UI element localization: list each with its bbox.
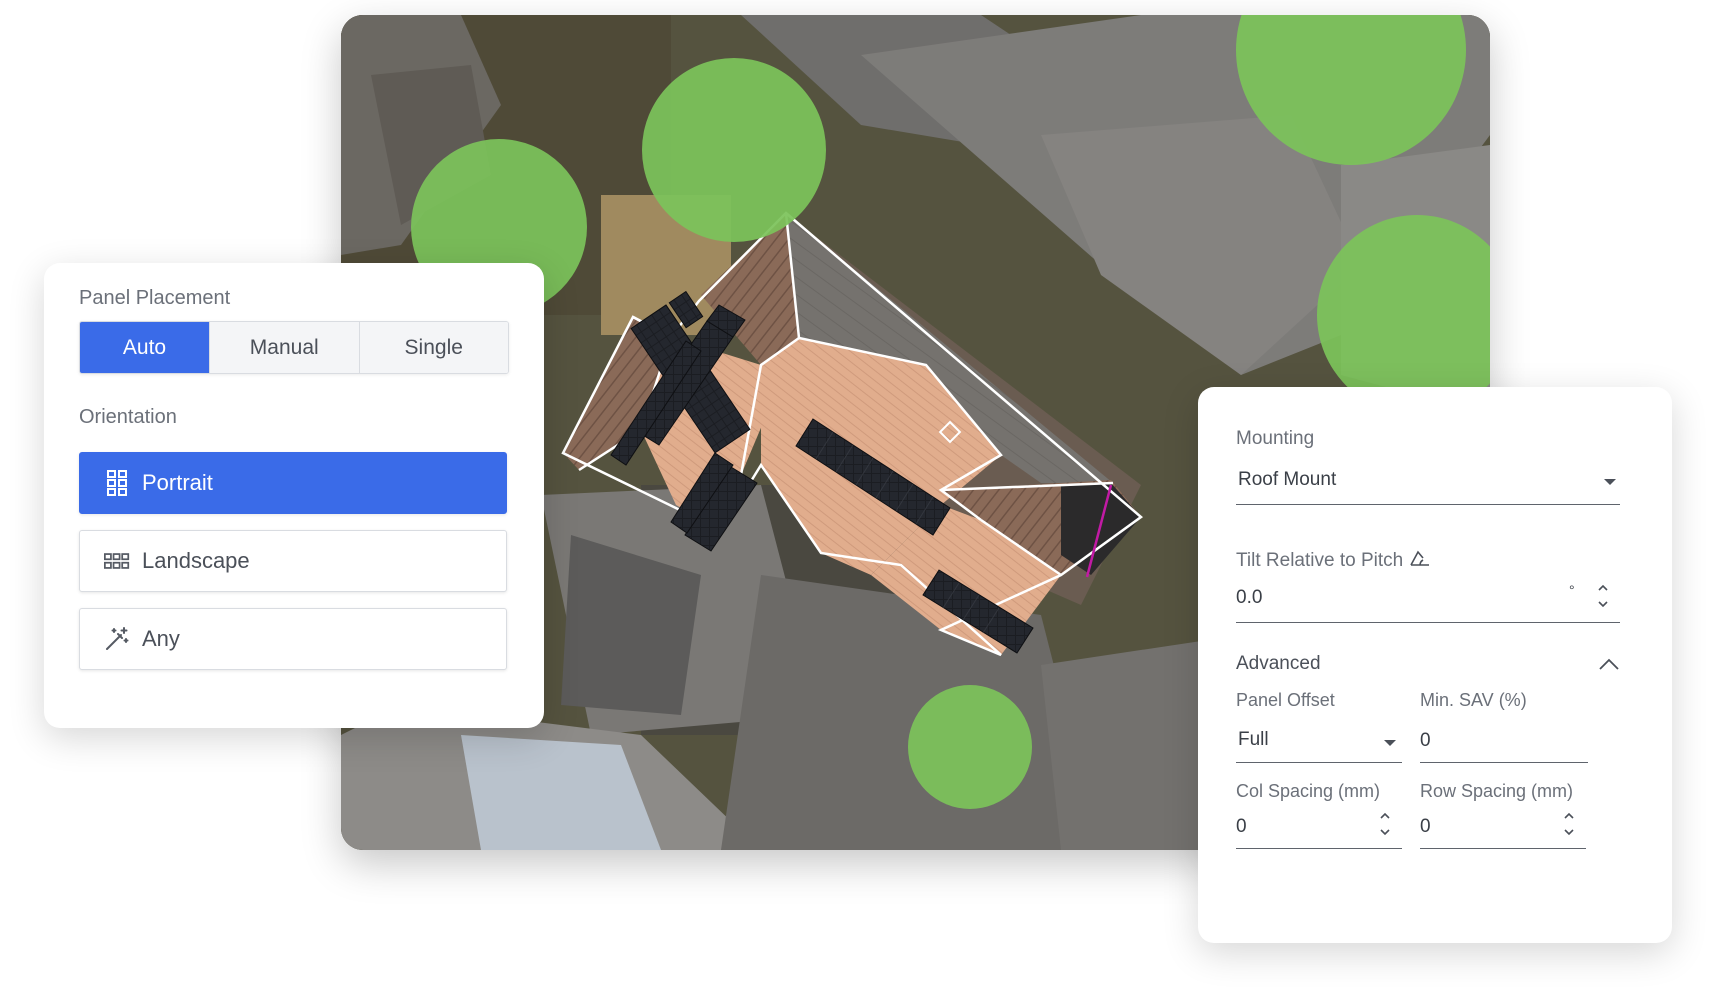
- tilt-label-text: Tilt Relative to Pitch: [1236, 550, 1404, 571]
- col-spacing-stepper-icon[interactable]: [1378, 809, 1392, 839]
- orientation-any-button[interactable]: Any: [79, 608, 507, 670]
- placement-single-button[interactable]: Single: [358, 322, 508, 373]
- col-spacing-input[interactable]: 0: [1236, 807, 1402, 849]
- row-spacing-value: 0: [1420, 816, 1431, 837]
- chevron-down-icon: [1384, 740, 1396, 746]
- panel-settings-card: Panel Placement Auto Manual Single Orien…: [44, 263, 544, 728]
- row-spacing-underline: [1420, 848, 1586, 849]
- col-spacing-value: 0: [1236, 816, 1247, 837]
- tilt-input[interactable]: 0.0 °: [1236, 579, 1620, 623]
- placement-auto-button[interactable]: Auto: [80, 322, 209, 373]
- tilt-underline: [1236, 622, 1620, 623]
- tilt-value: 0.0: [1236, 587, 1263, 608]
- min-sav-value: 0: [1420, 730, 1431, 751]
- col-spacing-underline: [1236, 848, 1402, 849]
- tilt-label: Tilt Relative to Pitch: [1236, 549, 1430, 572]
- min-sav-input[interactable]: 0: [1420, 721, 1588, 763]
- orientation-portrait-button[interactable]: Portrait: [79, 452, 507, 514]
- row-spacing-label: Row Spacing (mm): [1420, 781, 1574, 801]
- tilt-stepper-icon[interactable]: [1596, 581, 1610, 611]
- advanced-toggle[interactable]: Advanced: [1236, 651, 1620, 681]
- orientation-landscape-button[interactable]: Landscape: [79, 530, 507, 592]
- chevron-up-icon: [1599, 658, 1619, 670]
- advanced-label: Advanced: [1236, 653, 1321, 674]
- panel-offset-select[interactable]: Full: [1236, 721, 1402, 763]
- min-sav-label: Min. SAV (%): [1420, 690, 1527, 710]
- row-spacing-stepper-icon[interactable]: [1562, 809, 1576, 839]
- orientation-portrait-label: Portrait: [142, 470, 213, 495]
- panel-offset-value: Full: [1238, 729, 1269, 750]
- placement-manual-button[interactable]: Manual: [209, 322, 359, 373]
- mounting-settings-card: Mounting Roof Mount Tilt Relative to Pit…: [1198, 387, 1672, 943]
- mounting-underline: [1236, 504, 1620, 505]
- orientation-any-label: Any: [142, 626, 180, 651]
- min-sav-underline: [1420, 762, 1588, 763]
- orientation-landscape-label: Landscape: [142, 548, 250, 573]
- magic-wand-icon: [104, 626, 130, 652]
- panel-placement-segmented-control: Auto Manual Single: [79, 321, 509, 374]
- panel-offset-label: Panel Offset: [1236, 690, 1335, 710]
- chevron-down-icon: [1604, 479, 1616, 485]
- panel-offset-underline: [1236, 762, 1402, 763]
- mounting-value: Roof Mount: [1238, 469, 1337, 490]
- mounting-select[interactable]: Roof Mount: [1236, 461, 1620, 505]
- orientation-label: Orientation: [79, 406, 177, 428]
- row-spacing-input[interactable]: 0: [1420, 807, 1586, 849]
- mounting-label: Mounting: [1236, 428, 1315, 449]
- grid-portrait-icon: [104, 470, 130, 496]
- tilt-unit: °: [1569, 582, 1575, 598]
- col-spacing-label: Col Spacing (mm): [1236, 781, 1381, 801]
- pitch-icon: [1410, 550, 1430, 566]
- panel-placement-label: Panel Placement: [79, 287, 231, 309]
- grid-landscape-icon: [104, 548, 130, 574]
